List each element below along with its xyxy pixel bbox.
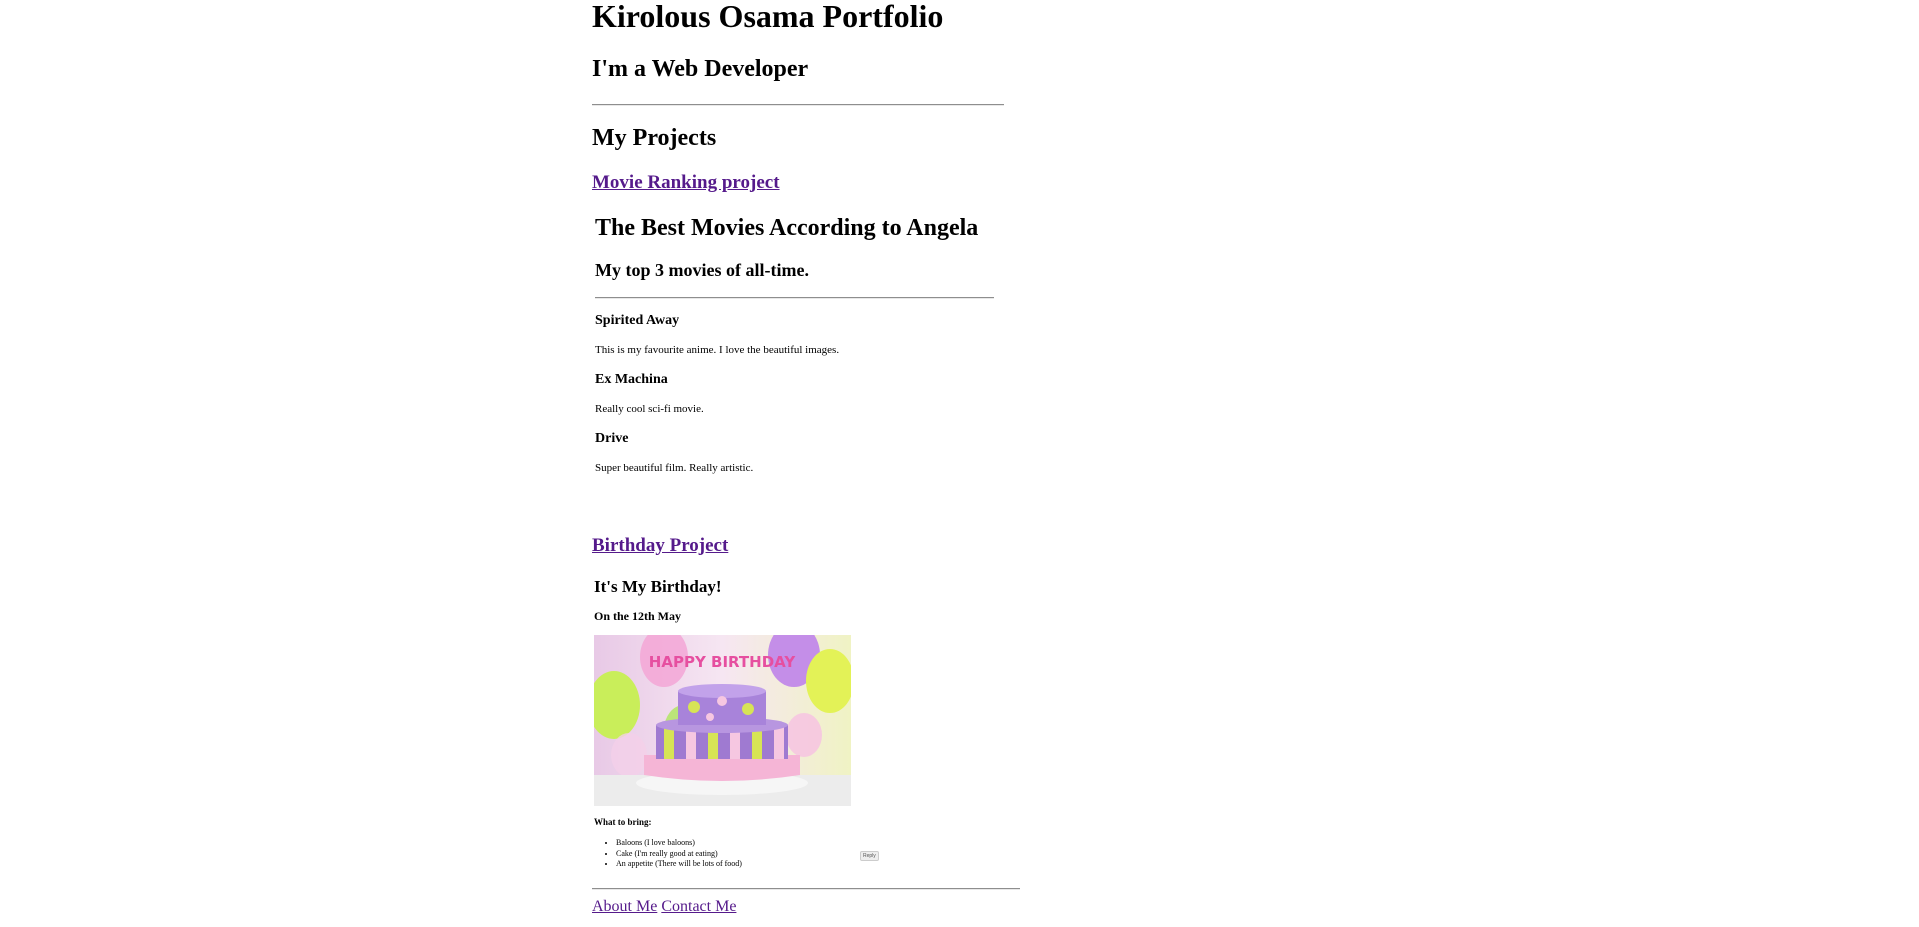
bring-label: What to bring:: [594, 817, 652, 827]
movie-item-title: Ex Machina: [595, 372, 668, 387]
page-title: Kirolous Osama Portfolio: [592, 0, 944, 34]
header-divider: [592, 104, 1004, 106]
movie-item-desc: Really cool sci-fi movie.: [595, 403, 704, 415]
movie-item-desc: Super beautiful film. Really artistic.: [595, 462, 754, 474]
movie-item-title: Spirited Away: [595, 313, 680, 328]
list-item: Cake (I'm really good at eating): [616, 849, 742, 860]
birthday-date: On the 12th May: [594, 609, 681, 623]
list-item: An appetite (There will be lots of food): [616, 859, 742, 870]
bring-list: Baloons (I love baloons) Cake (I'm reall…: [594, 838, 742, 870]
page-subtitle: I'm a Web Developer: [592, 56, 809, 82]
about-me-link[interactable]: About Me: [592, 898, 657, 915]
contact-me-link[interactable]: Contact Me: [661, 898, 736, 915]
cake-topper-text: HAPPY BIRTHDAY: [649, 653, 797, 671]
movie-item-title: Drive: [595, 431, 629, 446]
list-item: Baloons (I love baloons): [616, 838, 742, 849]
birthday-title: It's My Birthday!: [594, 577, 722, 596]
footer-divider: [592, 888, 1020, 890]
movie-item-desc: This is my favourite anime. I love the b…: [595, 344, 840, 356]
birthday-cake-image: HAPPY BIRTHDAY: [594, 635, 851, 806]
movie-page-title: The Best Movies According to Angela: [595, 215, 979, 241]
movie-project-link[interactable]: Movie Ranking project: [592, 172, 780, 194]
reply-button[interactable]: Reply: [860, 851, 879, 861]
projects-heading: My Projects: [592, 125, 717, 151]
birthday-project-link[interactable]: Birthday Project: [592, 535, 728, 557]
movie-page-subtitle: My top 3 movies of all-time.: [595, 260, 809, 280]
footer-nav: About Me Contact Me: [592, 898, 736, 916]
movie-divider: [595, 297, 994, 299]
